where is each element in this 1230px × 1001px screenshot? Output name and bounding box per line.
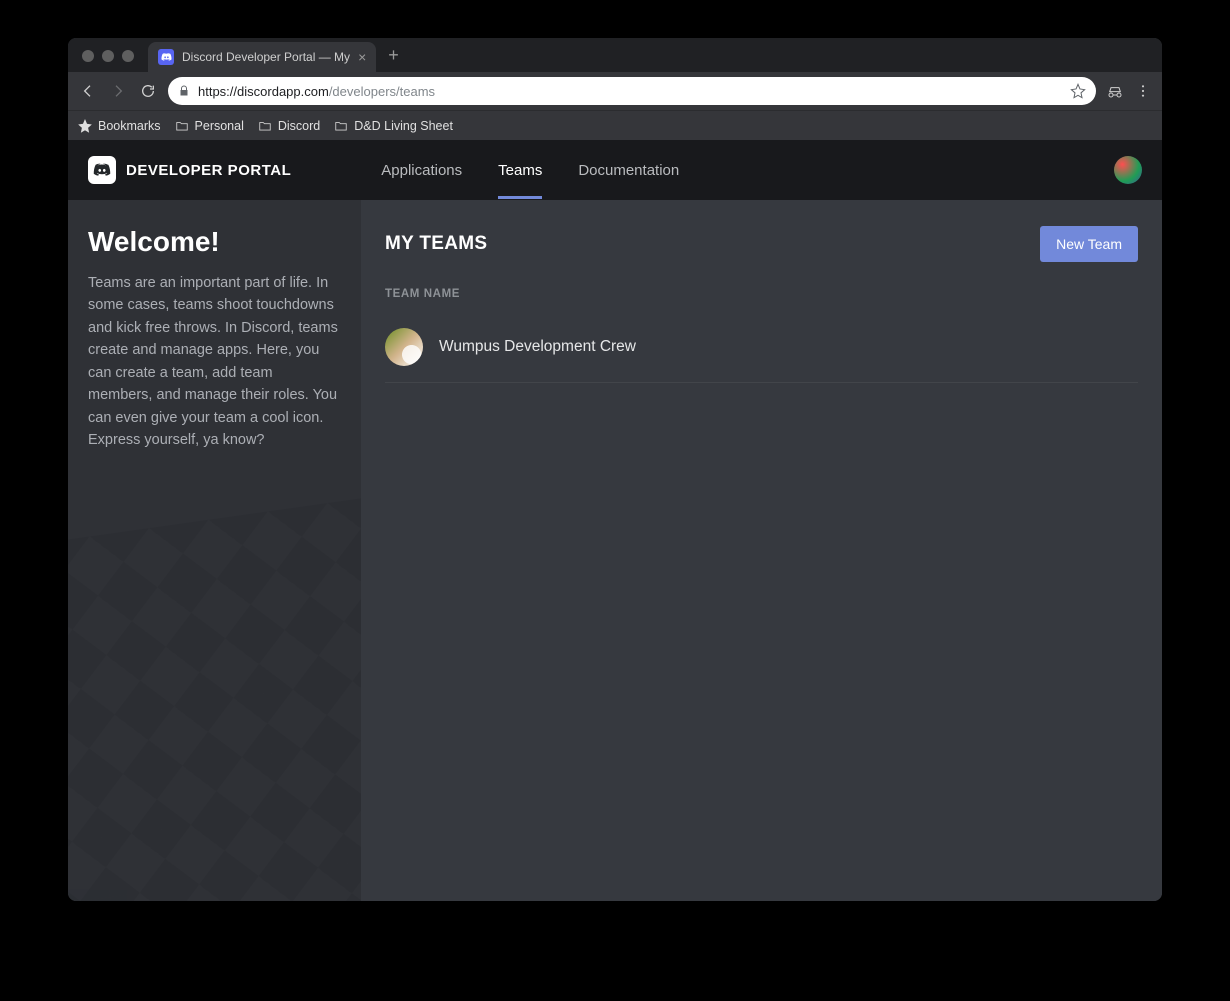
app-nav: Applications Teams Documentation xyxy=(381,142,679,199)
browser-tabstrip: Discord Developer Portal — My × + xyxy=(68,38,1162,72)
nav-applications[interactable]: Applications xyxy=(381,142,462,199)
main-header: MY TEAMS New Team xyxy=(385,226,1138,262)
bookmark-star-icon[interactable] xyxy=(1070,83,1086,99)
sidebar: Welcome! Teams are an important part of … xyxy=(68,200,361,901)
discord-logo-icon xyxy=(88,156,116,184)
discord-favicon-icon xyxy=(158,49,174,65)
browser-window: Discord Developer Portal — My × + https:… xyxy=(68,38,1162,901)
nav-documentation[interactable]: Documentation xyxy=(578,142,679,199)
new-team-button[interactable]: New Team xyxy=(1040,226,1138,262)
tab-close-icon[interactable]: × xyxy=(358,50,366,64)
app-header: DEVELOPER PORTAL Applications Teams Docu… xyxy=(68,140,1162,200)
bookmark-label: Bookmarks xyxy=(98,119,161,133)
address-bar[interactable]: https://discordapp.com/developers/teams xyxy=(168,77,1096,105)
nav-teams[interactable]: Teams xyxy=(498,142,542,199)
main-panel: MY TEAMS New Team TEAM NAME Wumpus Devel… xyxy=(361,200,1162,901)
tab-title: Discord Developer Portal — My xyxy=(182,50,350,64)
back-button[interactable] xyxy=(78,81,98,101)
folder-icon xyxy=(334,119,348,133)
bookmark-item[interactable]: Bookmarks xyxy=(78,119,161,133)
folder-icon xyxy=(258,119,272,133)
bookmark-item[interactable]: Discord xyxy=(258,119,320,133)
bookmark-item[interactable]: Personal xyxy=(175,119,244,133)
reload-button[interactable] xyxy=(138,81,158,101)
bookmark-label: Personal xyxy=(195,119,244,133)
window-minimize-icon[interactable] xyxy=(102,50,114,62)
browser-toolbar: https://discordapp.com/developers/teams xyxy=(68,72,1162,110)
sidebar-body: Teams are an important part of life. In … xyxy=(88,272,341,452)
window-controls[interactable] xyxy=(76,50,144,72)
browser-menu-icon[interactable] xyxy=(1134,82,1152,100)
brand-logo[interactable]: DEVELOPER PORTAL xyxy=(88,156,291,184)
window-close-icon[interactable] xyxy=(82,50,94,62)
window-maximize-icon[interactable] xyxy=(122,50,134,62)
column-header-team-name: TEAM NAME xyxy=(385,288,1138,300)
user-avatar[interactable] xyxy=(1114,156,1142,184)
brand-text: DEVELOPER PORTAL xyxy=(126,162,291,179)
browser-tab[interactable]: Discord Developer Portal — My × xyxy=(148,42,376,72)
app-content: Welcome! Teams are an important part of … xyxy=(68,200,1162,901)
forward-button[interactable] xyxy=(108,81,128,101)
folder-icon xyxy=(175,119,189,133)
bookmark-label: D&D Living Sheet xyxy=(354,119,453,133)
bookmark-label: Discord xyxy=(278,119,320,133)
sidebar-decor-icon xyxy=(68,497,361,901)
lock-icon xyxy=(178,85,190,97)
bookmarks-bar: Bookmarks Personal Discord D&D Living Sh… xyxy=(68,110,1162,140)
sidebar-title: Welcome! xyxy=(88,226,341,258)
url-protocol: https://discordapp.com/developers/teams xyxy=(198,84,435,99)
team-avatar-icon xyxy=(385,328,423,366)
star-icon xyxy=(78,119,92,133)
bookmark-item[interactable]: D&D Living Sheet xyxy=(334,119,453,133)
team-row[interactable]: Wumpus Development Crew xyxy=(385,318,1138,383)
incognito-icon[interactable] xyxy=(1106,82,1124,100)
team-name: Wumpus Development Crew xyxy=(439,338,636,356)
page-title: MY TEAMS xyxy=(385,233,487,255)
new-tab-button[interactable]: + xyxy=(376,45,411,72)
